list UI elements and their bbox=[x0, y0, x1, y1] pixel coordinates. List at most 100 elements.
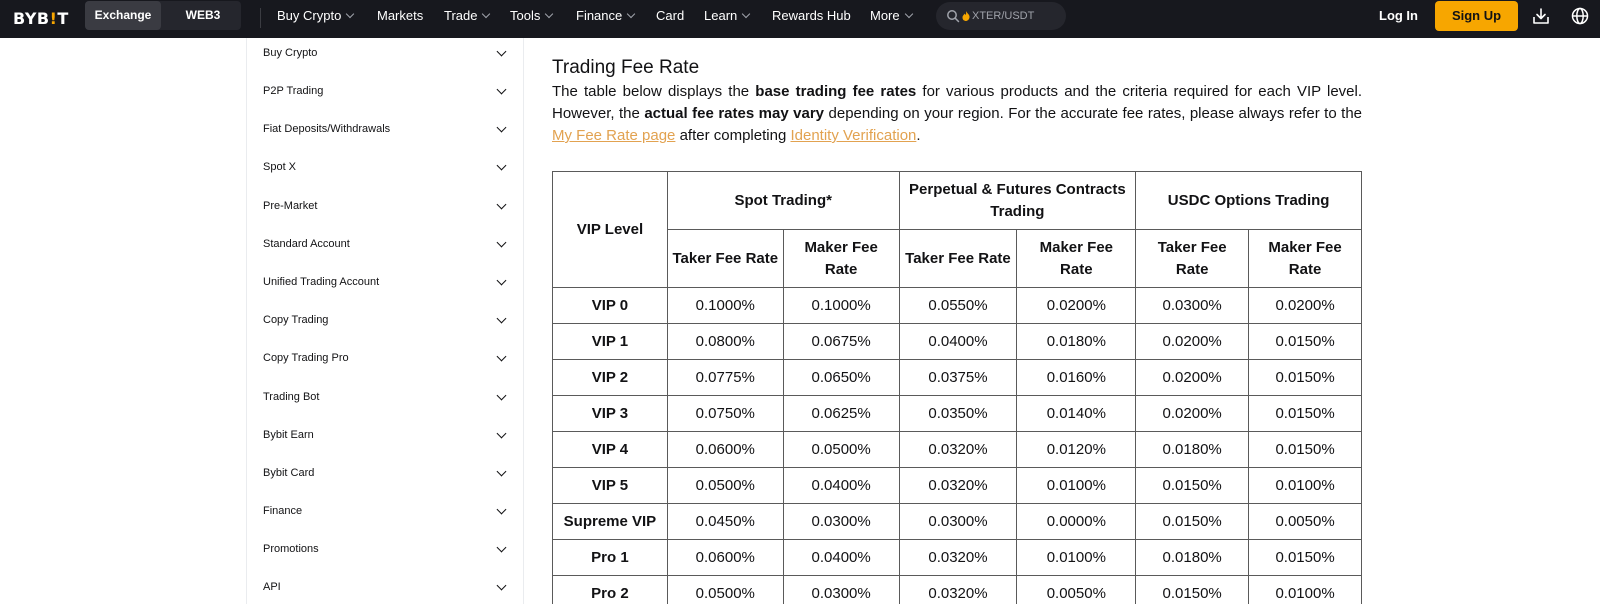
chevron-down-icon bbox=[496, 351, 507, 361]
chevron-down-icon bbox=[496, 504, 507, 514]
vip-level-cell: VIP 0 bbox=[552, 287, 668, 324]
fee-rate-cell: 0.0375% bbox=[898, 359, 1018, 396]
fee-rate-cell: 0.0200% bbox=[1135, 359, 1250, 396]
nav-finance[interactable]: Finance bbox=[576, 8, 636, 23]
search-input[interactable] bbox=[972, 7, 1064, 25]
fee-rate-cell: 0.0180% bbox=[1135, 431, 1250, 468]
fee-rate-cell: 0.0180% bbox=[1135, 539, 1250, 576]
bybit-logo[interactable]: BYB!T bbox=[13, 9, 69, 28]
sidebar-item-copy-trading-pro[interactable]: Copy Trading Pro bbox=[263, 346, 509, 370]
nav-rewards-hub[interactable]: Rewards Hub bbox=[772, 8, 851, 23]
fee-rate-cell: 0.0400% bbox=[898, 323, 1018, 360]
fee-rate-cell: 0.0300% bbox=[782, 503, 900, 540]
fee-rate-cell: 0.0600% bbox=[666, 431, 784, 468]
chevron-down-icon bbox=[496, 46, 507, 56]
my-fee-rate-link[interactable]: My Fee Rate page bbox=[552, 127, 675, 144]
fee-rate-cell: 0.0750% bbox=[666, 395, 784, 432]
fee-rate-cell: 0.0650% bbox=[782, 359, 900, 396]
tab-web3[interactable]: WEB3 bbox=[165, 1, 241, 30]
sidebar: Buy Crypto P2P Trading Fiat Deposits/Wit… bbox=[246, 38, 524, 604]
chevron-down-icon bbox=[496, 390, 507, 400]
fee-rate-cell: 0.0300% bbox=[898, 503, 1018, 540]
fee-rate-cell: 0.0800% bbox=[666, 323, 784, 360]
chevron-down-icon bbox=[496, 313, 507, 323]
chevron-down-icon bbox=[346, 9, 355, 18]
fee-rate-cell: 0.0675% bbox=[782, 323, 900, 360]
top-nav-bar: BYB!T Exchange WEB3 Buy Crypto Markets T… bbox=[0, 0, 1600, 38]
fee-rate-cell: 0.0775% bbox=[666, 359, 784, 396]
signup-button[interactable]: Sign Up bbox=[1435, 1, 1518, 31]
fee-rate-cell: 0.0400% bbox=[782, 539, 900, 576]
fee-rate-cell: 0.0100% bbox=[1016, 467, 1137, 504]
chevron-down-icon bbox=[496, 580, 507, 590]
subheader-maker: Maker Fee Rate bbox=[1248, 229, 1362, 288]
header-spot-trading: Spot Trading* bbox=[666, 171, 900, 230]
table-row: VIP 5 0.0500% 0.0400% 0.0320% 0.0100% 0.0150%… bbox=[552, 467, 1362, 504]
sidebar-item-standard-account[interactable]: Standard Account bbox=[263, 232, 509, 256]
fee-rate-cell: 0.0100% bbox=[1248, 467, 1362, 504]
fee-rate-cell: 0.0000% bbox=[1016, 503, 1137, 540]
sidebar-item-fiat[interactable]: Fiat Deposits/Withdrawals bbox=[263, 117, 509, 141]
fee-rate-cell: 0.0550% bbox=[898, 287, 1018, 324]
vip-level-cell: VIP 5 bbox=[552, 467, 668, 504]
chevron-down-icon bbox=[496, 237, 507, 247]
sidebar-item-spot-x[interactable]: Spot X bbox=[263, 155, 509, 179]
fee-rate-cell: 0.0150% bbox=[1248, 395, 1362, 432]
nav-tools[interactable]: Tools bbox=[510, 8, 554, 23]
nav-trade[interactable]: Trade bbox=[444, 8, 491, 23]
fee-rate-cell: 0.0200% bbox=[1135, 395, 1250, 432]
sidebar-item-pre-market[interactable]: Pre-Market bbox=[263, 194, 509, 218]
sidebar-item-p2p-trading[interactable]: P2P Trading bbox=[263, 79, 509, 103]
chevron-down-icon bbox=[482, 9, 491, 18]
fee-rate-cell: 0.0625% bbox=[782, 395, 900, 432]
nav-more[interactable]: More bbox=[870, 8, 913, 23]
sidebar-item-bybit-card[interactable]: Bybit Card bbox=[263, 461, 509, 485]
globe-icon[interactable] bbox=[1570, 6, 1590, 26]
table-row: VIP 0 0.1000% 0.1000% 0.0550% 0.0200% 0.0300%… bbox=[552, 287, 1362, 324]
nav-learn[interactable]: Learn bbox=[704, 8, 751, 23]
fee-rate-cell: 0.0150% bbox=[1248, 323, 1362, 360]
fire-icon bbox=[962, 11, 970, 21]
fee-rate-cell: 0.0500% bbox=[666, 467, 784, 504]
download-icon[interactable] bbox=[1531, 6, 1551, 26]
chevron-down-icon bbox=[496, 542, 507, 552]
fee-rate-cell: 0.0120% bbox=[1016, 431, 1137, 468]
nav-buy-crypto[interactable]: Buy Crypto bbox=[277, 8, 355, 23]
table-row: VIP 1 0.0800% 0.0675% 0.0400% 0.0180% 0.0200%… bbox=[552, 323, 1362, 360]
login-link[interactable]: Log In bbox=[1379, 8, 1418, 23]
nav-markets[interactable]: Markets bbox=[377, 8, 423, 23]
chevron-down-icon bbox=[496, 466, 507, 476]
chevron-down-icon bbox=[496, 428, 507, 438]
sidebar-item-buy-crypto[interactable]: Buy Crypto bbox=[263, 41, 509, 65]
fee-rate-cell: 0.0150% bbox=[1135, 575, 1250, 604]
fee-rate-cell: 0.0150% bbox=[1248, 431, 1362, 468]
fee-rate-cell: 0.0400% bbox=[782, 467, 900, 504]
search-box[interactable] bbox=[936, 2, 1066, 30]
chevron-down-icon bbox=[496, 84, 507, 94]
fee-rate-cell: 0.0200% bbox=[1135, 323, 1250, 360]
subheader-maker: Maker Fee Rate bbox=[782, 229, 900, 288]
fee-rate-cell: 0.0150% bbox=[1135, 467, 1250, 504]
fee-rate-cell: 0.0150% bbox=[1135, 503, 1250, 540]
tab-exchange[interactable]: Exchange bbox=[85, 1, 161, 30]
fee-rate-table: VIP Level Spot Trading* Perpetual & Futu… bbox=[552, 171, 1362, 604]
sidebar-item-bybit-earn[interactable]: Bybit Earn bbox=[263, 423, 509, 447]
vip-level-cell: Pro 2 bbox=[552, 575, 668, 604]
table-row: VIP 2 0.0775% 0.0650% 0.0375% 0.0160% 0.0200%… bbox=[552, 359, 1362, 396]
env-switch: Exchange WEB3 bbox=[85, 1, 241, 30]
sidebar-item-unified-trading-account[interactable]: Unified Trading Account bbox=[263, 270, 509, 294]
fee-rate-cell: 0.0050% bbox=[1016, 575, 1137, 604]
identity-verification-link[interactable]: Identity Verification bbox=[790, 127, 916, 144]
page-title: Trading Fee Rate bbox=[552, 57, 700, 78]
vip-level-cell: VIP 2 bbox=[552, 359, 668, 396]
sidebar-item-trading-bot[interactable]: Trading Bot bbox=[263, 385, 509, 409]
sidebar-item-copy-trading[interactable]: Copy Trading bbox=[263, 308, 509, 332]
fee-rate-cell: 0.0500% bbox=[782, 431, 900, 468]
chevron-down-icon bbox=[496, 199, 507, 209]
sidebar-item-finance[interactable]: Finance bbox=[263, 499, 509, 523]
sidebar-item-api[interactable]: API bbox=[263, 575, 509, 599]
vip-level-cell: Pro 1 bbox=[552, 539, 668, 576]
nav-card[interactable]: Card bbox=[656, 8, 684, 23]
fee-rate-cell: 0.0320% bbox=[898, 431, 1018, 468]
sidebar-item-promotions[interactable]: Promotions bbox=[263, 537, 509, 561]
